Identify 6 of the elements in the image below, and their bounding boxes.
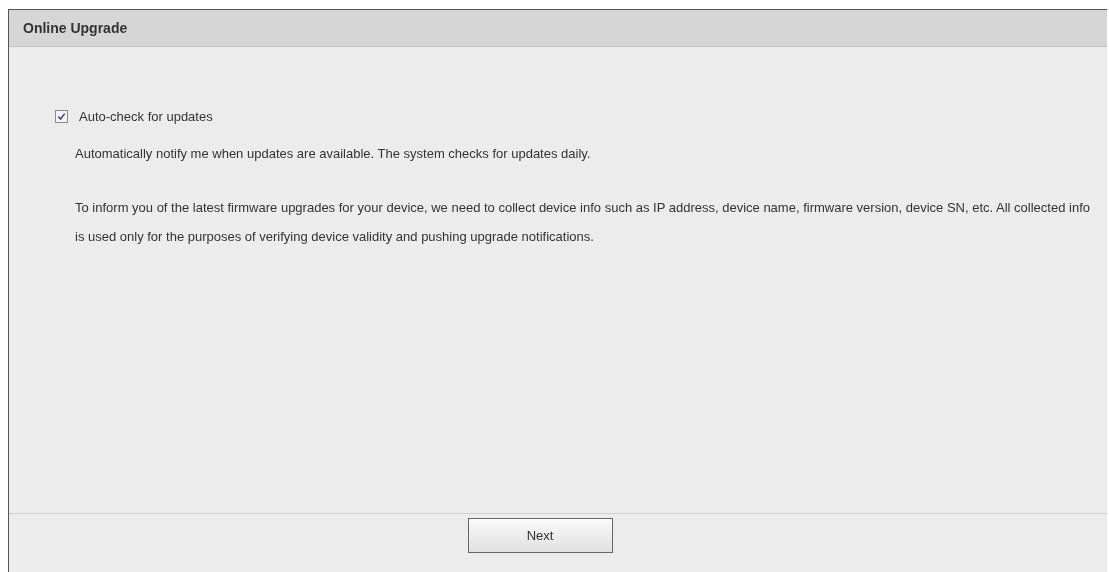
- panel-title: Online Upgrade: [23, 20, 128, 36]
- checkbox[interactable]: [55, 110, 68, 123]
- checkbox-label: Auto-check for updates: [79, 109, 213, 124]
- next-button[interactable]: Next: [467, 518, 613, 553]
- description-text: Automatically notify me when updates are available. The system checks for updates daily.: [75, 145, 592, 163]
- notice-text: To inform you of the latest firmware upgrades for your device, we need to collect device info such as IP address, device name, firmware version, device SN, etc. All collected info is used only for the purposes of verifying device validity and pushing upgrade notifications.: [75, 199, 1091, 246]
